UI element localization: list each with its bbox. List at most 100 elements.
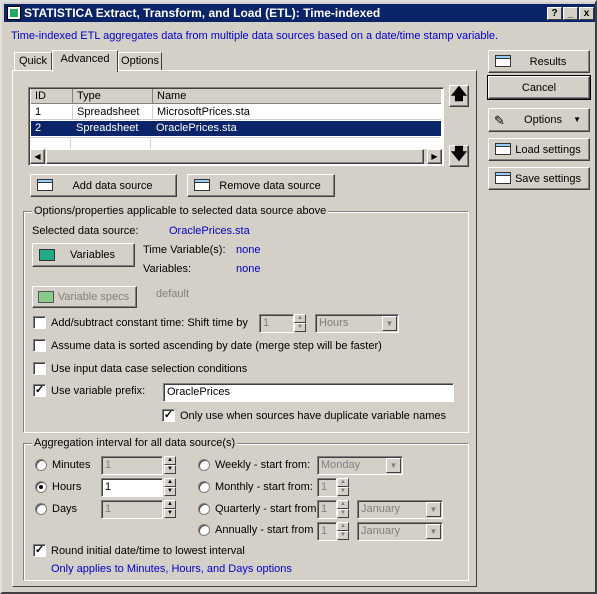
row-type: Spreadsheet bbox=[76, 122, 139, 134]
minutes-radio[interactable] bbox=[35, 459, 47, 471]
etl-dialog: STATISTICA Extract, Transform, and Load … bbox=[0, 0, 597, 594]
add-data-source-label: Add data source bbox=[72, 179, 153, 192]
variables-button[interactable]: Variables bbox=[32, 243, 135, 267]
row-id: 2 bbox=[35, 122, 42, 134]
shift-time-checkbox[interactable] bbox=[33, 316, 46, 329]
quarterly-month-select[interactable]: January ▼ bbox=[357, 500, 443, 519]
options-button[interactable]: ✎ Options ▼ bbox=[488, 108, 590, 132]
monthly-input[interactable]: 1 bbox=[317, 478, 337, 497]
scroll-left-icon[interactable]: ◀ bbox=[30, 149, 45, 164]
col-type-header: Type bbox=[72, 89, 101, 104]
move-up-button[interactable]: 🡅 bbox=[449, 85, 469, 107]
quarterly-label: Quarterly - start from bbox=[215, 503, 317, 515]
save-settings-button[interactable]: Save settings bbox=[488, 167, 590, 190]
minutes-spinner[interactable]: ▲ ▼ bbox=[164, 456, 176, 475]
hours-input[interactable]: 1 bbox=[101, 478, 163, 497]
days-spinner[interactable]: ▲ ▼ bbox=[164, 500, 176, 519]
annually-input[interactable]: 1 bbox=[317, 522, 337, 541]
shift-time-spinner[interactable]: ▲ ▼ bbox=[294, 314, 306, 333]
case-selection-checkbox[interactable] bbox=[33, 362, 46, 375]
shift-unit-select[interactable]: Hours ▼ bbox=[315, 314, 399, 333]
results-button[interactable]: Results bbox=[488, 50, 590, 73]
table-icon bbox=[495, 172, 511, 184]
close-button[interactable]: x bbox=[579, 7, 594, 20]
properties-legend: Options/properties applicable to selecte… bbox=[32, 205, 329, 217]
annually-radio[interactable] bbox=[198, 524, 210, 536]
options-label: Options bbox=[524, 114, 562, 126]
weekly-label: Weekly - start from: bbox=[215, 459, 311, 471]
add-data-source-button[interactable]: Add data source bbox=[30, 174, 177, 197]
load-settings-button[interactable]: Load settings bbox=[488, 138, 590, 161]
title-bar: STATISTICA Extract, Transform, and Load … bbox=[4, 4, 595, 22]
quarterly-input[interactable]: 1 bbox=[317, 500, 337, 519]
only-duplicate-checkbox[interactable]: ✓ bbox=[162, 409, 175, 422]
days-input[interactable]: 1 bbox=[101, 500, 163, 519]
chevron-down-icon: ▼ bbox=[382, 316, 397, 331]
minimize-button[interactable]: _ bbox=[563, 7, 578, 20]
monthly-label: Monthly - start from: bbox=[215, 481, 313, 493]
variable-specs-button[interactable]: Variable specs bbox=[32, 286, 137, 308]
quarterly-radio[interactable] bbox=[198, 503, 210, 515]
results-label: Results bbox=[529, 55, 567, 68]
prefix-input[interactable]: OraclePrices bbox=[163, 383, 454, 402]
help-button[interactable]: ? bbox=[547, 7, 562, 20]
shift-unit-value: Hours bbox=[319, 317, 349, 329]
move-down-button[interactable]: 🡇 bbox=[449, 145, 469, 167]
remove-data-source-label: Remove data source bbox=[219, 179, 321, 192]
round-label: Round initial date/time to lowest interv… bbox=[51, 545, 245, 557]
table-icon bbox=[194, 179, 210, 191]
variables-icon bbox=[39, 249, 55, 261]
scroll-thumb[interactable] bbox=[46, 149, 424, 164]
scroll-right-icon[interactable]: ▶ bbox=[427, 149, 442, 164]
horizontal-scrollbar[interactable]: ◀ ▶ bbox=[30, 149, 442, 164]
weekly-select[interactable]: Monday ▼ bbox=[317, 456, 403, 475]
data-source-grid[interactable]: ID Type Name 1 Spreadsheet MicrosoftPric… bbox=[28, 87, 444, 166]
shift-time-input[interactable]: 1 bbox=[259, 314, 294, 333]
annually-label: Annually - start from bbox=[215, 524, 314, 536]
cancel-button[interactable]: Cancel bbox=[487, 75, 591, 100]
days-radio[interactable] bbox=[35, 503, 47, 515]
weekly-radio[interactable] bbox=[198, 459, 210, 471]
tab-quick[interactable]: Quick bbox=[14, 52, 52, 71]
table-row-selected[interactable]: 2 Spreadsheet OraclePrices.sta bbox=[31, 121, 441, 136]
annually-month-select[interactable]: January ▼ bbox=[357, 522, 443, 541]
tab-options[interactable]: Options bbox=[118, 52, 162, 71]
tab-advanced[interactable]: Advanced bbox=[52, 50, 118, 72]
variables-button-label: Variables bbox=[69, 249, 116, 261]
window-title: STATISTICA Extract, Transform, and Load … bbox=[24, 6, 381, 20]
prefix-checkbox[interactable]: ✓ bbox=[33, 384, 46, 397]
quarterly-spinner[interactable]: ▲ ▼ bbox=[337, 500, 349, 519]
sorted-label: Assume data is sorted ascending by date … bbox=[51, 340, 382, 352]
round-checkbox[interactable]: ✓ bbox=[33, 544, 46, 557]
case-selection-label: Use input data case selection conditions bbox=[51, 363, 248, 375]
arrow-up-icon: 🡅 bbox=[450, 85, 468, 103]
shift-time-label: Add/subtract constant time: Shift time b… bbox=[51, 317, 248, 329]
variable-specs-icon bbox=[38, 291, 54, 303]
aggregation-legend: Aggregation interval for all data source… bbox=[32, 437, 238, 449]
days-label: Days bbox=[52, 503, 78, 515]
variables-label: Variables: bbox=[143, 263, 192, 275]
chevron-down-icon: ▼ bbox=[426, 524, 441, 539]
sorted-checkbox[interactable] bbox=[33, 339, 46, 352]
hours-label: Hours bbox=[52, 481, 82, 493]
default-text: default bbox=[156, 288, 190, 300]
table-icon bbox=[495, 143, 511, 155]
row-id: 1 bbox=[35, 106, 42, 118]
prefix-label: Use variable prefix: bbox=[51, 385, 146, 397]
minutes-input[interactable]: 1 bbox=[101, 456, 163, 475]
monthly-radio[interactable] bbox=[198, 481, 210, 493]
description-text: Time-indexed ETL aggregates data from mu… bbox=[11, 30, 499, 42]
cancel-label: Cancel bbox=[521, 81, 557, 94]
annually-spinner[interactable]: ▲ ▼ bbox=[337, 522, 349, 541]
monthly-spinner[interactable]: ▲ ▼ bbox=[337, 478, 349, 497]
table-row[interactable]: 1 Spreadsheet MicrosoftPrices.sta bbox=[31, 105, 441, 120]
annually-month-value: January bbox=[361, 525, 401, 537]
variables-value: none bbox=[236, 263, 261, 275]
tab-panel: ID Type Name 1 Spreadsheet MicrosoftPric… bbox=[12, 70, 477, 587]
remove-data-source-button[interactable]: Remove data source bbox=[187, 174, 335, 197]
table-icon bbox=[495, 55, 511, 67]
hours-spinner[interactable]: ▲ ▼ bbox=[164, 478, 176, 497]
hours-radio[interactable] bbox=[35, 481, 47, 493]
weekly-value: Monday bbox=[321, 459, 361, 471]
chevron-down-icon: ▼ bbox=[426, 502, 441, 517]
